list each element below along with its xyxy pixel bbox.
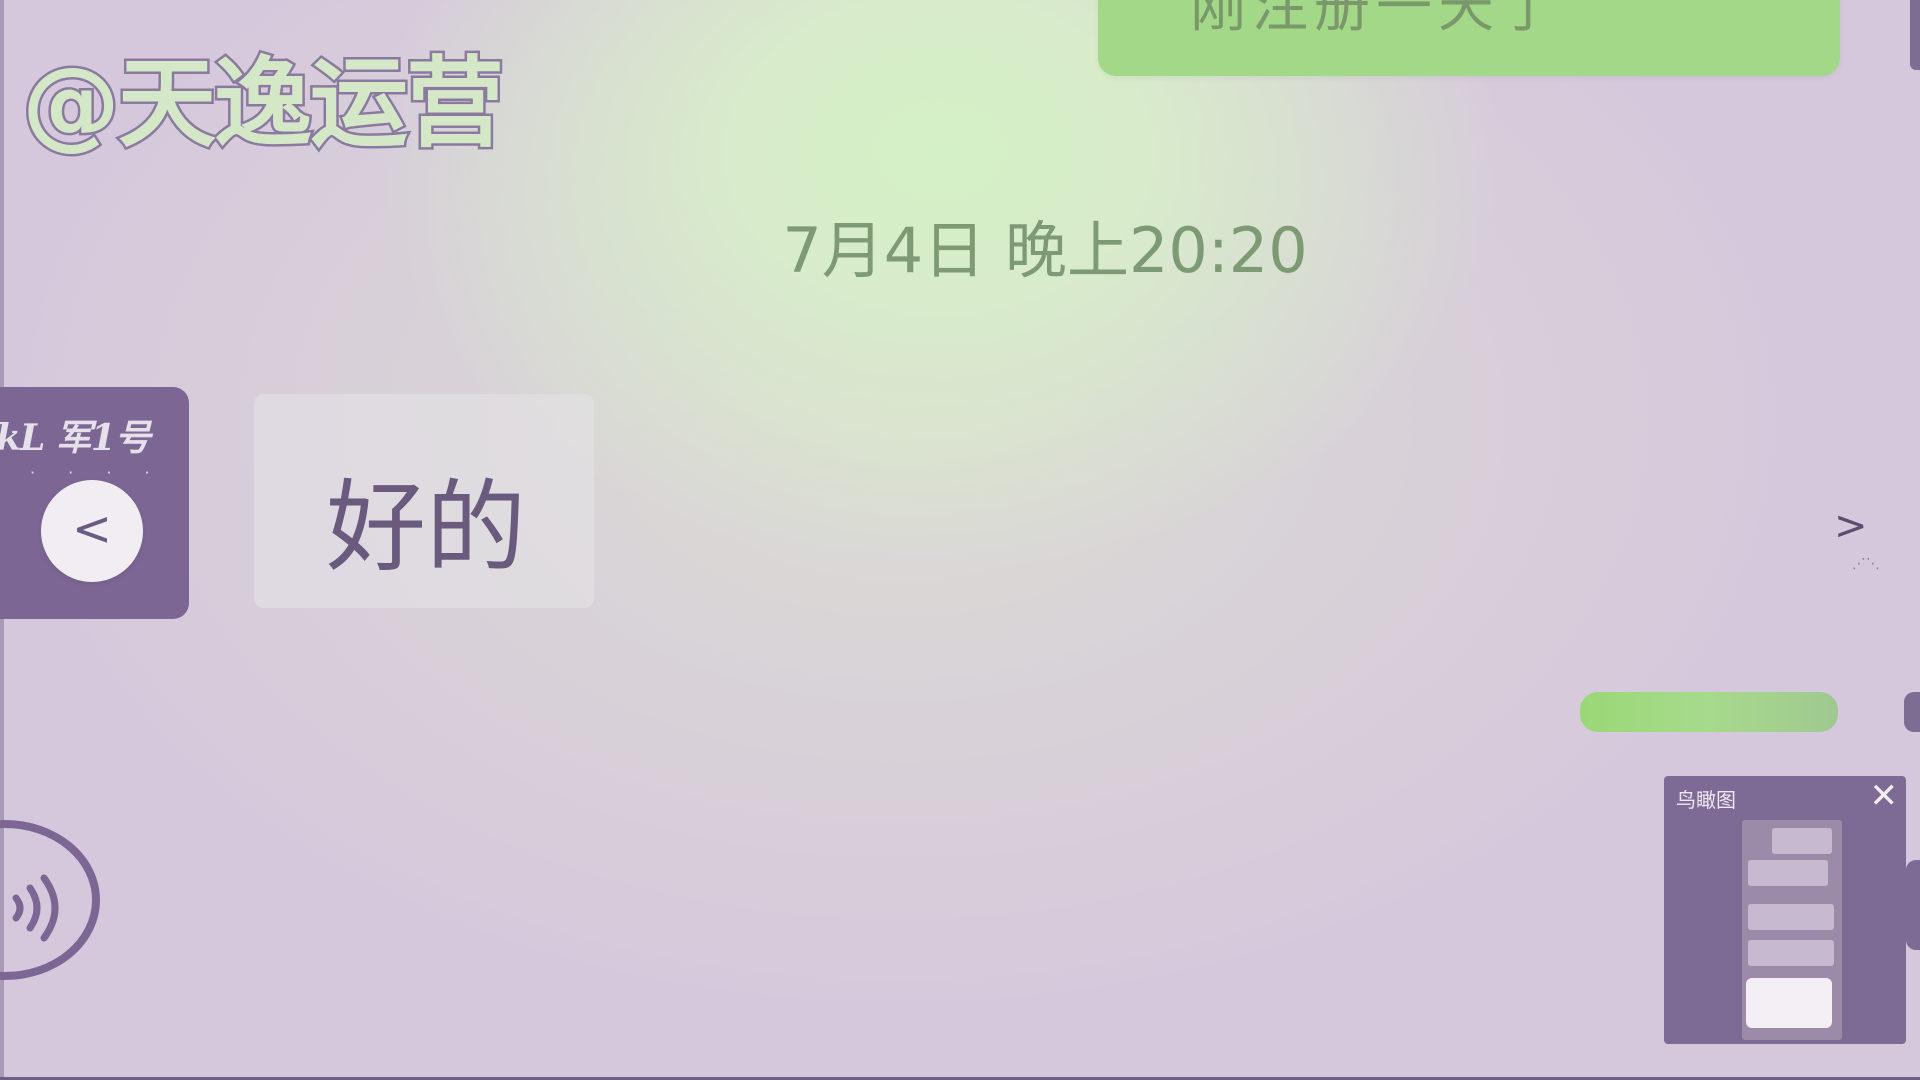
thumbnail-dots: · · · · (30, 463, 164, 482)
scrollbar-top[interactable] (1910, 0, 1920, 70)
message-timestamp: 7月4日 晚上20:20 (782, 214, 1308, 287)
next-button[interactable]: > (1834, 503, 1868, 549)
right-edge-tab[interactable] (1906, 860, 1920, 950)
watermark: @天逸运营 (19, 45, 506, 164)
sent-message-text-top: 刚注册一天了 (1190, 0, 1562, 40)
close-icon[interactable]: ✕ (1870, 776, 1899, 816)
scrollbar-handle[interactable] (1904, 692, 1920, 732)
voice-button[interactable] (0, 820, 100, 980)
previous-button[interactable]: < (41, 480, 143, 582)
voice-waves-icon (12, 874, 59, 942)
minimap-title: 鸟瞰图 (1676, 788, 1736, 812)
minimap-viewport[interactable] (1742, 820, 1842, 1040)
minimap-row (1748, 940, 1834, 966)
minimap-current-message (1746, 978, 1832, 1028)
sent-message-bubble-bottom[interactable] (1580, 692, 1838, 732)
thumbnail-text: kL 军1号 (0, 417, 151, 459)
minimap-row (1748, 904, 1834, 930)
minimap-row (1772, 828, 1832, 854)
sparkle-icon: ⋰⋱ (1852, 556, 1880, 572)
minimap-row (1748, 860, 1828, 886)
chat-screen: 刚注册一天了 @天逸运营 7月4日 晚上20:20 kL 军1号 · · · ·… (0, 0, 1920, 1080)
received-message-text: 好的 (326, 469, 526, 586)
overview-minimap[interactable]: 鸟瞰图 ✕ (1664, 776, 1906, 1044)
